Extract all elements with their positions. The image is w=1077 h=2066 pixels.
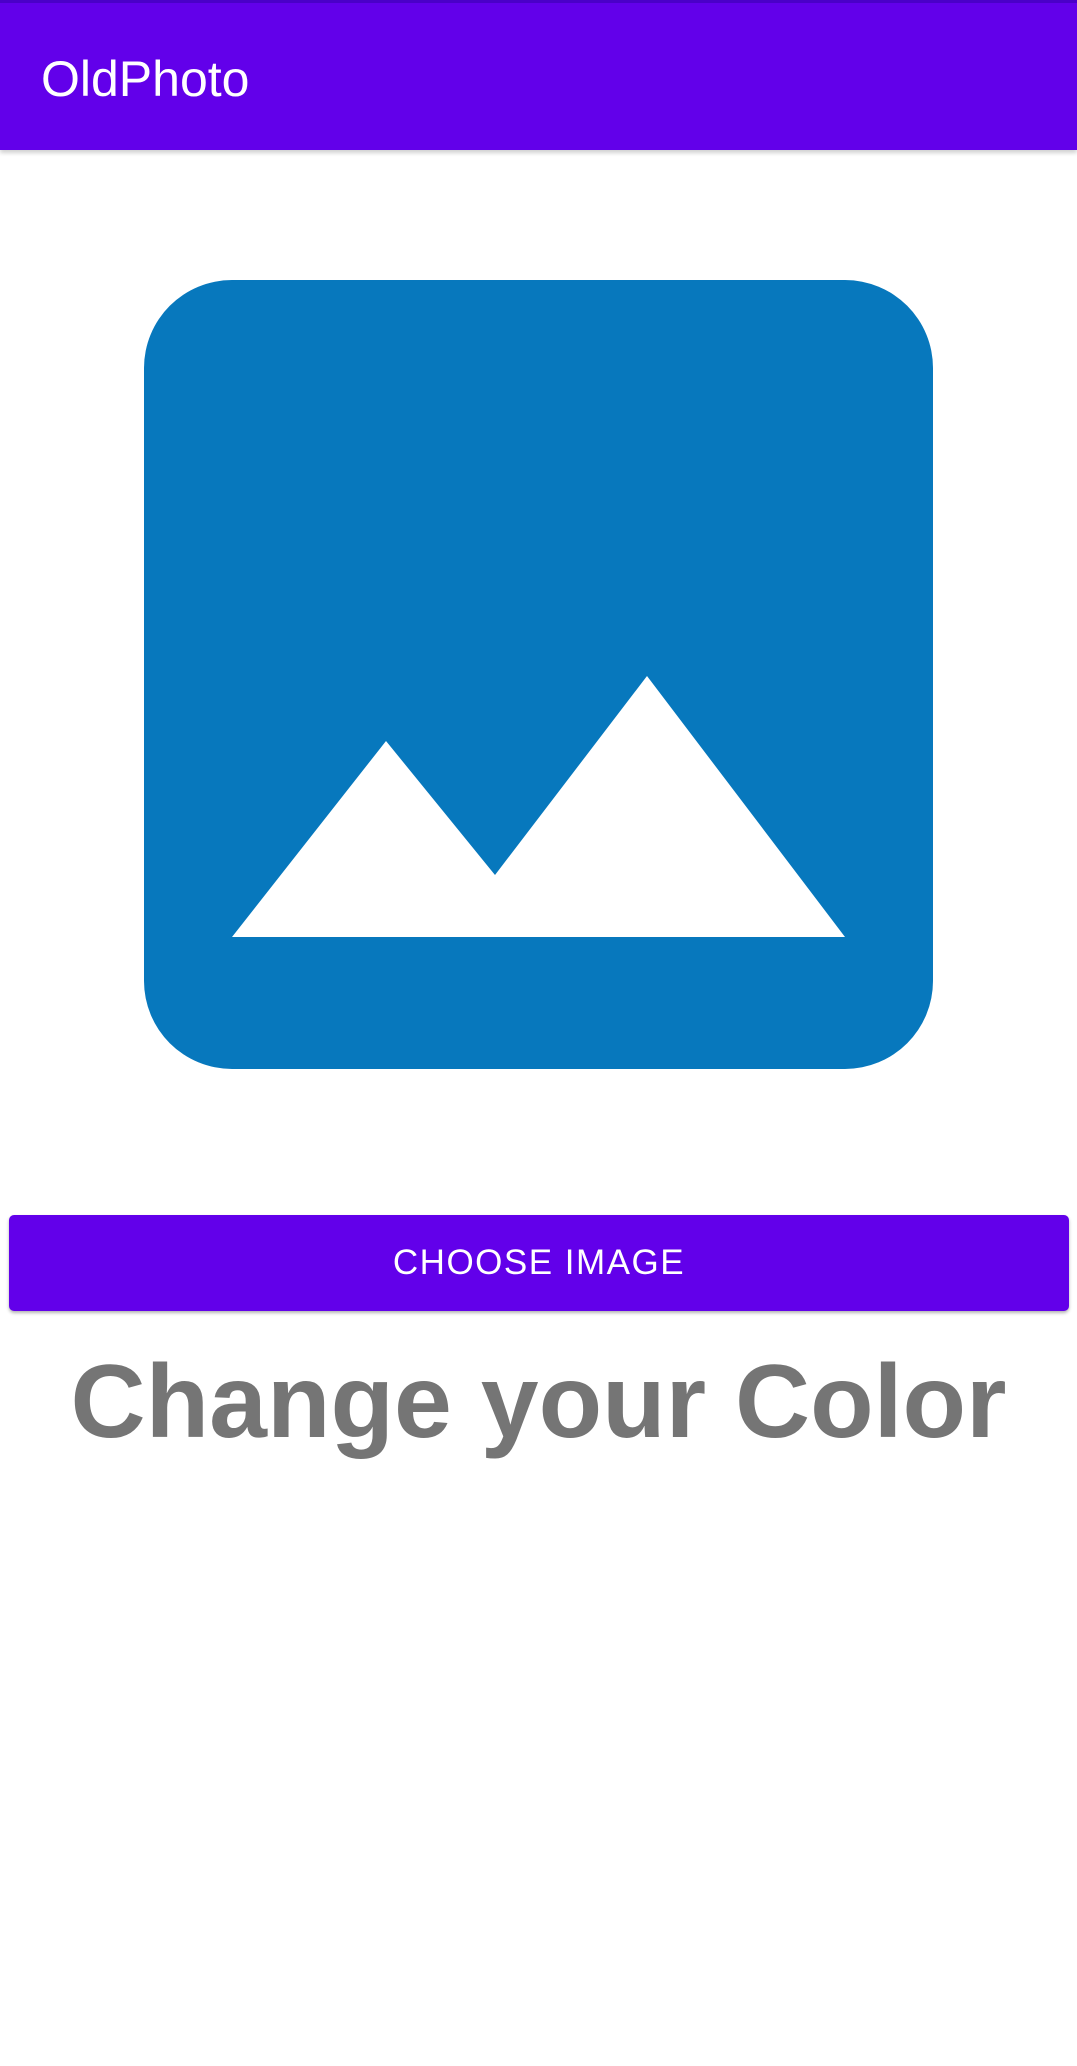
headline-text: Change your Color — [70, 1344, 1007, 1460]
app-bar: OldPhoto — [0, 0, 1077, 150]
app-screen: OldPhoto CHOOSE IMAGE Change your Color — [0, 0, 1077, 2066]
app-title: OldPhoto — [41, 51, 250, 107]
image-icon — [144, 280, 933, 1069]
choose-image-button[interactable]: CHOOSE IMAGE — [9, 1215, 1069, 1311]
image-preview — [144, 280, 933, 1069]
